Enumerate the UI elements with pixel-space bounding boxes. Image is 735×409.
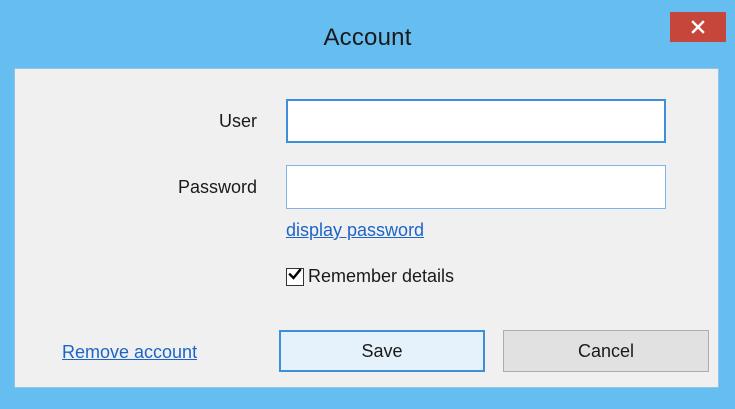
account-dialog: Account User Password display password R… [0, 0, 735, 409]
remember-details-row[interactable]: Remember details [286, 266, 454, 287]
user-label: User [218, 111, 257, 131]
remember-details-checkbox[interactable] [286, 267, 304, 286]
remove-account-link[interactable]: Remove account [62, 342, 197, 363]
checkmark-icon [288, 267, 302, 286]
user-input[interactable] [286, 99, 666, 143]
close-icon [691, 20, 705, 34]
window-title: Account [323, 24, 412, 51]
save-button[interactable]: Save [279, 330, 485, 372]
close-button[interactable] [670, 12, 726, 42]
remember-details-label[interactable]: Remember details [308, 266, 454, 287]
display-password-link[interactable]: display password [286, 220, 424, 241]
password-input[interactable] [286, 165, 666, 209]
cancel-button[interactable]: Cancel [503, 330, 709, 372]
dialog-body: User Password display password Remember … [14, 68, 719, 388]
password-label: Password [177, 177, 257, 197]
